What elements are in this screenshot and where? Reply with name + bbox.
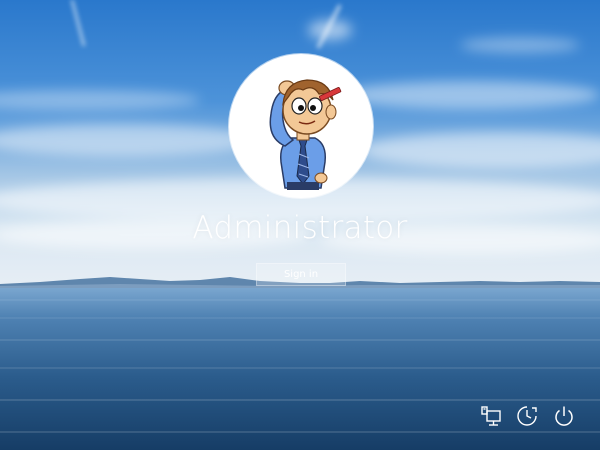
ease-of-access-icon	[517, 406, 537, 426]
network-button[interactable]	[478, 403, 504, 429]
ease-of-access-button[interactable]	[514, 403, 540, 429]
sign-in-button[interactable]: Sign in	[256, 263, 346, 286]
network-icon	[481, 406, 501, 426]
username-label: Administrator	[192, 210, 408, 246]
power-icon	[555, 406, 573, 426]
cartoon-man-avatar-icon	[269, 79, 342, 190]
power-button[interactable]	[551, 403, 577, 429]
user-avatar	[229, 54, 373, 198]
